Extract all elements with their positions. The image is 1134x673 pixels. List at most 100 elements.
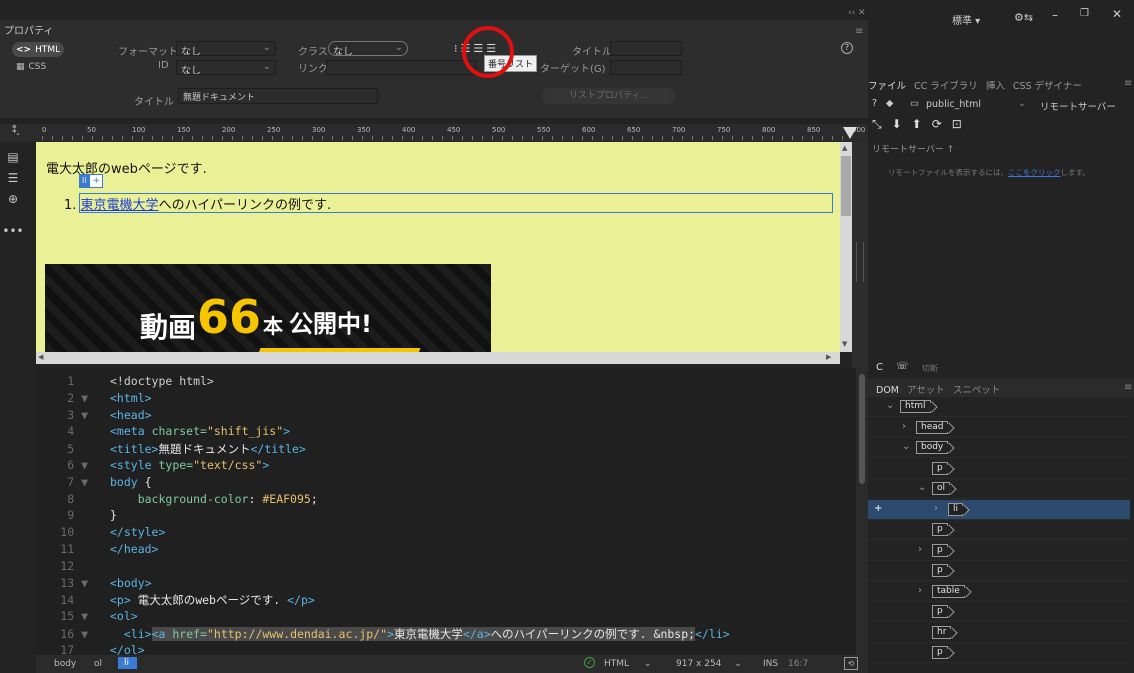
more-icon[interactable]: ••• [2,224,23,238]
dom-tab[interactable]: アセット [907,385,945,396]
connect-icon[interactable]: ☏ [896,361,909,372]
code-line[interactable]: 17 </ol> [36,643,144,655]
li-tag-badge[interactable]: li + [79,174,103,188]
code-line[interactable]: 12 [36,559,110,575]
dom-node[interactable]: p [868,561,1130,581]
expand-panel-icon[interactable]: ⊡ [952,117,972,131]
remote-click-link[interactable]: ここをクリック [1008,168,1061,177]
panel-collapse-icon[interactable]: ‹‹ ✕ [848,8,866,18]
scroll-down-icon[interactable]: ▼ [842,340,847,348]
help-icon[interactable]: ? [841,42,853,54]
title-field-input[interactable] [610,41,682,56]
restore-icon[interactable]: ❐ [1080,8,1089,19]
html-mode-button[interactable]: <> HTML [12,42,64,57]
window-size-select[interactable]: 917 x 254 ⌄ [676,659,742,669]
doc-title-input[interactable]: 無題ドキュメント [178,88,378,104]
dom-node[interactable]: › head [868,418,1130,438]
code-line[interactable]: 11 </head> [36,542,158,558]
align-icon[interactable]: ☰ [6,171,20,185]
file-icon[interactable]: ▤ [6,150,20,164]
right-tab[interactable]: 挿入 [986,81,1005,92]
expand-chevron-icon[interactable]: › [902,421,906,432]
right-tabs-menu-icon[interactable]: ≡ [1124,78,1132,89]
expand-chevron-icon[interactable]: ⌄ [902,441,910,452]
code-line[interactable]: 2 ▼ <html> [36,391,151,407]
list-properties-button[interactable]: リストプロパティ... [542,88,676,104]
code-line[interactable]: 1 <!doctype html> [36,374,214,390]
id-select[interactable]: なし ⌄ [176,60,276,75]
minimize-icon[interactable]: – [1052,8,1058,22]
dom-node[interactable]: › table [868,582,1130,602]
code-line[interactable]: 13 ▼ <body> [36,576,151,592]
crumb-li[interactable]: li [118,657,138,669]
crumb-body[interactable]: body [54,659,76,669]
expand-chevron-icon[interactable]: › [918,585,922,596]
workspace-switcher[interactable]: 標準 ▾ [952,12,980,27]
expand-icon[interactable]: ⤡ [872,117,892,131]
scroll-left-icon[interactable]: ◀ [38,353,43,361]
expand-chevron-icon[interactable]: › [934,503,938,514]
link-input[interactable] [326,60,476,75]
dom-tab[interactable]: スニペット [953,385,1001,396]
code-vscrollbar[interactable] [856,368,868,655]
design-splitter[interactable] [852,142,868,368]
code-line[interactable]: 16 ▼ <li><a href="http://www.dendai.ac.j… [36,626,730,642]
code-view[interactable]: 1 <!doctype html> 2 ▼ <html> 3 ▼ <head> 4 <me… [36,368,856,655]
code-scroll-thumb[interactable] [859,374,865,484]
disconnect-label[interactable]: 切断 [922,363,938,374]
code-line[interactable]: 6 ▼ <style type="text/css"> [36,458,269,474]
format-select[interactable]: なし ⌄ [176,41,276,56]
dom-node[interactable]: p [868,459,1130,479]
crumb-ol[interactable]: ol [94,659,102,669]
design-vscrollbar[interactable]: ▲ ▼ [840,142,852,352]
code-line[interactable]: 15 ▼ <ol> [36,609,137,625]
target-select[interactable] [610,60,682,75]
right-tab[interactable]: CC ライブラリ [914,81,978,92]
sync-settings-icon[interactable]: ⚙⇆ [1014,11,1033,24]
dom-node[interactable]: ⌄ ol [868,479,1130,499]
dom-menu-icon[interactable]: ≡ [1124,382,1132,393]
right-tab[interactable]: CSS デザイナー [1013,81,1082,92]
code-line[interactable]: 14 <p> 電大太郎のwebページです. </p> [36,592,315,608]
class-select[interactable]: なし ⌄ [328,41,408,56]
css-mode-button[interactable]: ▦ CSS [16,62,46,72]
dendai-link[interactable]: 東京電機大学 [81,198,159,213]
dom-node[interactable]: p [868,643,1130,663]
download-icon[interactable]: ⬇ [892,117,912,131]
right-tab[interactable]: ファイル [868,81,906,92]
expand-chevron-icon[interactable]: ⌄ [918,482,926,493]
refresh-icon[interactable]: ⟳ [932,117,952,131]
design-hscrollbar[interactable]: ◀ ▶ [36,352,840,364]
dom-tab[interactable]: DOM [876,385,899,396]
dom-node[interactable]: ⌄ body [868,438,1130,458]
dom-node[interactable]: p [868,602,1130,622]
dom-node[interactable]: ⌄ html [868,397,1130,417]
define-site-icon[interactable]: ? [872,98,877,109]
code-line[interactable]: 4 <meta charset="shift_jis"> [36,424,290,440]
ruler-handle-icon[interactable]: ⁑‸ [12,126,20,136]
live-view-icon[interactable]: ⟲ [844,657,858,670]
panel-menu-icon[interactable]: ≡ [855,26,863,37]
code-line[interactable]: 5 <title>無題ドキュメント</title> [36,441,306,457]
expand-chevron-icon[interactable]: › [918,544,922,555]
code-line[interactable]: 3 ▼ <head> [36,408,151,424]
scroll-right-icon[interactable]: ▶ [826,353,831,361]
dom-node[interactable]: + › li [868,499,1130,520]
close-icon[interactable]: ✕ [1112,7,1122,21]
dom-node[interactable]: p [868,520,1130,540]
dom-node[interactable]: › p [868,541,1130,561]
design-view[interactable]: 電大太郎のwebページです. li + 1. 東京電機大学へのハイパーリンクの例… [36,142,840,352]
expand-chevron-icon[interactable]: ⌄ [886,400,894,411]
upload-icon[interactable]: ⬆ [912,117,932,131]
mode-select[interactable]: HTML ⌄ [604,659,651,669]
code-line[interactable]: 9 } [36,508,117,524]
target-icon[interactable]: ⊕ [6,192,20,206]
dom-node[interactable]: hr [868,623,1130,643]
code-line[interactable]: 7 ▼ body { [36,475,151,491]
code-line[interactable]: 10 </style> [36,525,165,541]
add-node-icon[interactable]: + [874,503,882,514]
scroll-up-icon[interactable]: ▲ [842,144,847,152]
scroll-thumb[interactable] [841,156,851,216]
reconnect-icon[interactable]: C [876,362,883,373]
remote-server-select[interactable]: リモートサーバー [1040,99,1116,113]
